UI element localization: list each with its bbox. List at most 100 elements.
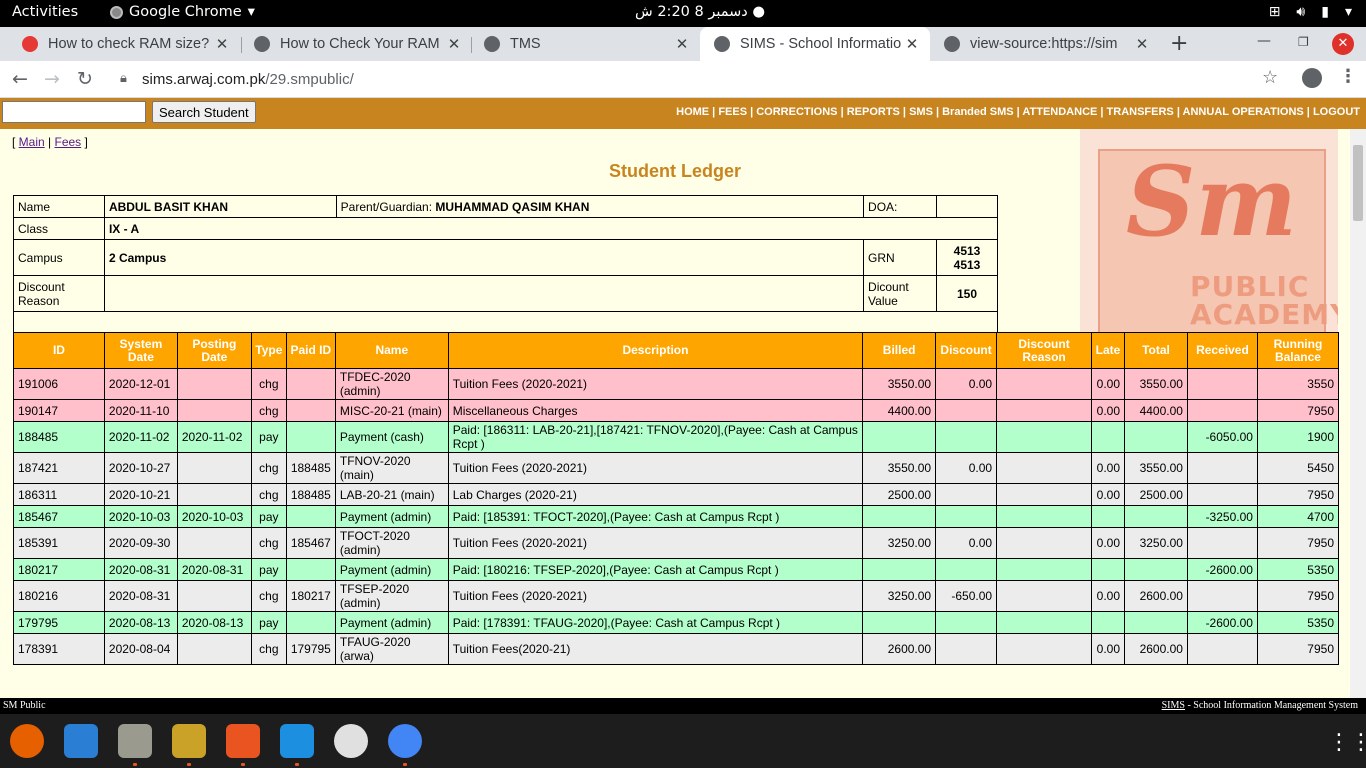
tab-view-source[interactable]: view-source:https://sim ✕ xyxy=(930,27,1160,61)
show-applications-icon[interactable]: ⋮⋮⋮ xyxy=(1328,730,1366,755)
ledger-cell: 0.00 xyxy=(1091,580,1125,612)
ledger-header-row: ID System Date Posting Date Type Paid ID Name… xyxy=(13,332,1340,369)
ledger-cell xyxy=(285,558,336,581)
ledger-cell xyxy=(935,611,998,634)
footer-sims-link[interactable]: SIMS xyxy=(1162,700,1185,711)
ledger-cell xyxy=(862,558,937,581)
reload-button[interactable]: ↻ xyxy=(77,68,93,90)
ledger-cell: pay xyxy=(250,421,287,453)
ledger-cell: 3250.00 xyxy=(1124,527,1188,559)
ledger-cell xyxy=(176,527,252,559)
ledger-cell: chg xyxy=(250,368,287,400)
ledger-cell: Miscellaneous Charges xyxy=(447,399,864,422)
ledger-cell: 187421 xyxy=(13,452,105,484)
firefox-icon[interactable] xyxy=(10,724,44,758)
system-menu[interactable]: ⊞ 🔊︎ ▮ ▾ xyxy=(1269,4,1352,20)
ledger-row: 190147 2020-11-10 chg MISC-20-21 (main) Misc… xyxy=(13,399,1340,422)
activities-button[interactable]: Activities xyxy=(12,4,78,20)
clock[interactable]: دسمبر 8 2:20 ش ● xyxy=(620,4,780,20)
close-icon[interactable]: ✕ xyxy=(212,35,232,53)
ledger-cell: 2600.00 xyxy=(1124,580,1188,612)
globe-icon xyxy=(484,36,500,52)
class-label: Class xyxy=(13,217,105,240)
ledger-cell: chg xyxy=(250,483,287,506)
discount-value: 150 xyxy=(936,275,998,312)
ledger-cell: 4400.00 xyxy=(1124,399,1188,422)
ledger-cell: Tuition Fees(2020-21) xyxy=(447,633,864,665)
profile-avatar-icon[interactable] xyxy=(1302,68,1322,88)
ledger-cell xyxy=(935,421,998,453)
close-icon[interactable]: ✕ xyxy=(902,35,922,53)
ledger-cell: 2020-11-02 xyxy=(176,421,252,453)
ledger-cell: 185467 xyxy=(285,527,336,559)
ledger-cell: 0.00 xyxy=(1091,633,1125,665)
tab-title: How to check RAM size? xyxy=(48,36,210,52)
browser-toolbar: ← → ↻ 🔒︎ sims.arwaj.com.pk/29.smpublic/ xyxy=(0,61,1366,98)
tab-tms[interactable]: TMS ✕ xyxy=(470,27,700,61)
site-nav-links[interactable]: HOME | FEES | CORRECTIONS | REPORTS | SM… xyxy=(676,106,1360,118)
ledger-cell xyxy=(1124,558,1188,581)
search-student-button[interactable]: Search Student xyxy=(152,101,256,123)
info-row-spacer xyxy=(13,311,998,334)
ledger-cell: 0.00 xyxy=(935,368,998,400)
scrollbar-thumb[interactable] xyxy=(1353,145,1363,221)
campus-label: Campus xyxy=(13,239,105,276)
ledger-cell xyxy=(176,368,252,400)
ledger-cell: 191006 xyxy=(13,368,105,400)
info-row-name: Name ABDUL BASIT KHAN Parent/Guardian: M… xyxy=(13,195,998,218)
new-tab-button[interactable]: + xyxy=(1170,31,1188,56)
ledger-cell: 5350 xyxy=(1256,558,1340,581)
ledger-header-cell: ID xyxy=(13,332,105,369)
dock xyxy=(0,716,1366,768)
close-window-button[interactable]: ✕ xyxy=(1332,33,1354,55)
ledger-cell: 2020-11-02 xyxy=(103,421,178,453)
minimize-button[interactable]: — xyxy=(1257,33,1271,49)
crumb-fees-link[interactable]: Fees xyxy=(54,135,81,149)
close-icon[interactable]: ✕ xyxy=(444,35,464,53)
ledger-cell: Tuition Fees (2020-2021) xyxy=(447,527,864,559)
ledger-cell: Payment (cash) xyxy=(334,421,449,453)
ledger-cell: chg xyxy=(250,452,287,484)
tab-ram-ask[interactable]: How to check RAM size? ✕ xyxy=(8,27,240,61)
ledger-cell xyxy=(1186,452,1258,484)
lock-icon[interactable]: 🔒︎ xyxy=(120,71,127,86)
back-button[interactable]: ← xyxy=(12,68,28,90)
bookmark-star-icon[interactable]: ☆ xyxy=(1262,67,1278,88)
writer-icon[interactable] xyxy=(64,724,98,758)
maximize-button[interactable]: ❐ xyxy=(1298,35,1309,49)
app-menu[interactable]: Google Chrome ▾ xyxy=(110,4,255,20)
ledger-cell: 0.00 xyxy=(1091,368,1125,400)
running-indicator xyxy=(403,763,407,766)
app-icon[interactable] xyxy=(172,724,206,758)
logo-caption: PUBLIC ACADEMY xyxy=(1190,273,1338,329)
ledger-row: 185467 2020-10-03 2020-10-03 pay Payment (ad… xyxy=(13,505,1340,528)
crumb-main-link[interactable]: Main xyxy=(19,135,45,149)
ledger-cell: chg xyxy=(250,527,287,559)
tab-sims[interactable]: SIMS - School Informatio ✕ xyxy=(700,27,930,61)
ledger-cell: 190147 xyxy=(13,399,105,422)
software-icon[interactable] xyxy=(334,724,368,758)
screenshot-icon[interactable] xyxy=(226,724,260,758)
close-icon[interactable]: ✕ xyxy=(1132,35,1152,53)
ledger-table: ID System Date Posting Date Type Paid ID Name… xyxy=(13,332,1340,665)
menu-kebab-icon[interactable]: ⋮ xyxy=(1339,66,1357,87)
shark-icon[interactable] xyxy=(280,724,314,758)
ledger-header-cell: Discount xyxy=(935,332,998,369)
ledger-row: 179795 2020-08-13 2020-08-13 pay Payment (ad… xyxy=(13,611,1340,634)
chrome-icon[interactable] xyxy=(388,724,422,758)
forward-button[interactable]: → xyxy=(44,68,60,90)
vertical-scrollbar[interactable] xyxy=(1350,129,1366,698)
ledger-cell xyxy=(862,611,937,634)
ledger-cell: 2020-08-31 xyxy=(103,558,178,581)
files-icon[interactable] xyxy=(118,724,152,758)
student-search-input[interactable] xyxy=(2,101,146,123)
address-bar[interactable]: 🔒︎ sims.arwaj.com.pk/29.smpublic/ xyxy=(108,65,1298,94)
tab-check-ram[interactable]: How to Check Your RAM ✕ xyxy=(240,27,472,61)
ledger-cell: 3550.00 xyxy=(862,452,937,484)
ledger-row: 185391 2020-09-30 chg 185467 TFOCT-2020 (adm… xyxy=(13,527,1340,559)
ledger-cell: 3250.00 xyxy=(862,580,937,612)
ledger-cell: 3550.00 xyxy=(1124,368,1188,400)
ledger-cell: 2020-08-13 xyxy=(103,611,178,634)
close-icon[interactable]: ✕ xyxy=(672,35,692,53)
ledger-cell xyxy=(285,611,336,634)
